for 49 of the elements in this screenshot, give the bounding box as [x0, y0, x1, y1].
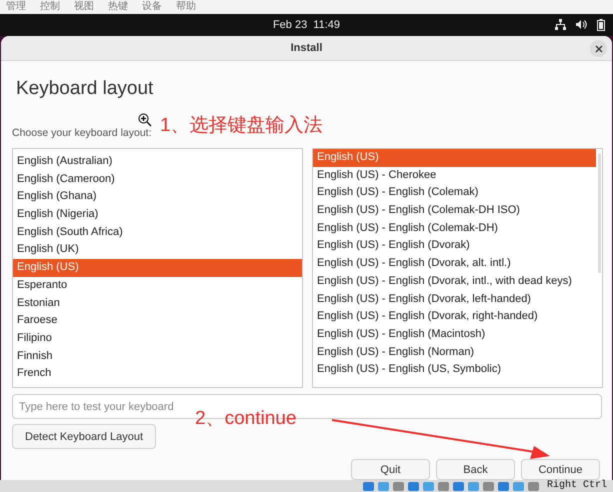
variant-item[interactable]: English (US) - English (Norman): [313, 344, 596, 362]
layout-item[interactable]: English (Cameroon): [13, 170, 302, 188]
host-menu-item[interactable]: 视图: [74, 0, 94, 14]
variant-item[interactable]: English (US) - English (Dvorak, right-handed): [313, 308, 596, 326]
annotation-text: 1、选择键盘输入法: [160, 115, 323, 137]
variant-item[interactable]: English (US) - English (US, Symbolic): [313, 361, 596, 379]
close-icon: [594, 44, 602, 52]
variant-item[interactable]: English (US) - English (Dvorak): [313, 237, 596, 256]
layout-item[interactable]: French: [13, 365, 302, 383]
zoom-cursor-icon: [138, 113, 152, 127]
variant-item[interactable]: English (US) - English (Dvorak, left-handed): [313, 290, 596, 308]
layout-item[interactable]: English (Ghana): [13, 188, 302, 206]
close-button[interactable]: [590, 40, 607, 57]
variant-item[interactable]: English (US) - English (Dvorak, intl., with dead keys): [313, 272, 596, 290]
layout-item[interactable]: Filipino: [13, 330, 302, 348]
host-menu-item[interactable]: 热键: [108, 0, 128, 14]
layout-item[interactable]: English (South Africa): [13, 224, 302, 242]
nav-button[interactable]: Back: [436, 459, 515, 480]
page-heading: Keyboard layout: [16, 77, 154, 101]
layout-item[interactable]: Esperanto: [13, 276, 302, 294]
layout-item[interactable]: Estonian: [13, 294, 302, 312]
window-title: Install: [290, 42, 322, 54]
variant-item[interactable]: English (US) - English (Colemak-DH ISO): [313, 202, 596, 220]
variant-item[interactable]: English (US) - English (Macintosh): [313, 326, 596, 344]
scrollbar[interactable]: [598, 153, 601, 273]
host-menu-item[interactable]: 设备: [142, 0, 162, 14]
host-key-label: Right Ctrl: [546, 480, 607, 492]
host-menu-item[interactable]: 控制: [40, 0, 60, 14]
nav-button[interactable]: Continue: [521, 459, 600, 480]
detect-layout-button[interactable]: Detect Keyboard Layout: [12, 424, 156, 449]
layout-label: Choose your keyboard layout:: [12, 127, 152, 139]
variant-item[interactable]: English (US) - English (Dvorak, alt. intl.): [313, 255, 596, 273]
volume-icon[interactable]: [576, 19, 587, 30]
variant-item[interactable]: English (US) - English (Colemak): [313, 184, 596, 202]
network-icon[interactable]: [555, 19, 566, 30]
nav-button[interactable]: Quit: [351, 459, 430, 480]
host-menu-item[interactable]: 帮助: [176, 0, 196, 14]
variant-item[interactable]: English (US) - Cherokee: [313, 166, 596, 184]
layout-item[interactable]: Finnish: [13, 348, 302, 366]
variant-item[interactable]: English (US) - English (Colemak-DH): [313, 220, 596, 238]
layout-item[interactable]: English (UK): [13, 241, 302, 260]
variant-item[interactable]: English (US): [313, 149, 596, 167]
layout-item[interactable]: Faroese: [13, 312, 302, 330]
clock[interactable]: Feb 23 11:49: [272, 19, 340, 31]
layout-item[interactable]: English (US): [13, 259, 302, 277]
host-menu-item[interactable]: 管理: [6, 0, 26, 14]
battery-icon[interactable]: [597, 19, 605, 31]
layout-item[interactable]: English (Australian): [13, 153, 302, 171]
layout-item[interactable]: English (Nigeria): [13, 206, 302, 224]
